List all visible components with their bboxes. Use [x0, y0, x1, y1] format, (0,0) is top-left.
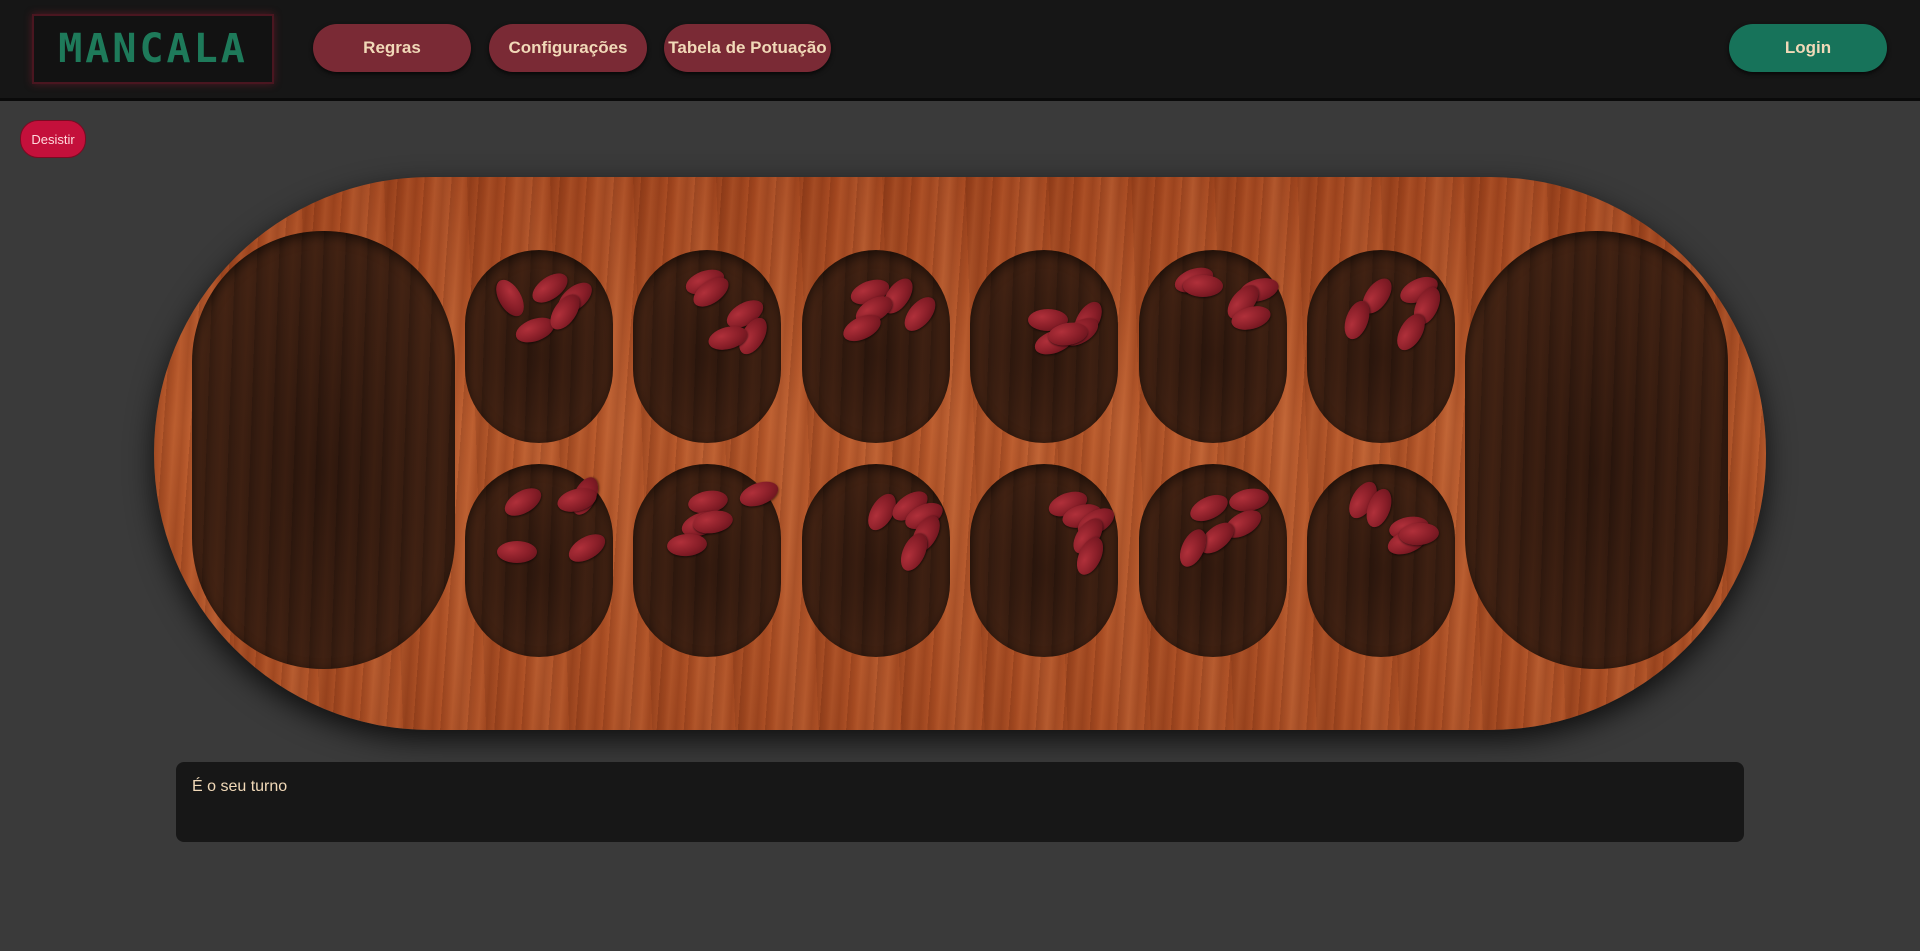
right-store: [1465, 231, 1728, 669]
turn-status-text: É o seu turno: [192, 778, 288, 795]
bottom-pit-4[interactable]: [970, 464, 1119, 657]
give-up-button[interactable]: Desistir: [20, 120, 86, 158]
bottom-pit-5[interactable]: [1139, 464, 1287, 657]
rules-button[interactable]: Regras: [313, 24, 471, 72]
top-pit-1[interactable]: [465, 250, 613, 443]
bottom-pit-1[interactable]: [465, 464, 613, 657]
left-store: [192, 231, 455, 669]
settings-button[interactable]: Configurações: [489, 24, 647, 72]
status-panel: É o seu turno: [176, 762, 1744, 842]
seed: [490, 275, 530, 321]
mancala-board: [154, 177, 1766, 730]
scoreboard-button[interactable]: Tabela de Potuação: [664, 24, 831, 72]
bottom-pit-6[interactable]: [1307, 464, 1455, 657]
seed: [666, 532, 708, 558]
login-button[interactable]: Login: [1729, 24, 1887, 72]
seed: [1186, 489, 1232, 527]
top-navbar: MANCALA Regras Configurações Tabela de P…: [0, 0, 1920, 101]
top-pit-5[interactable]: [1139, 250, 1287, 443]
seed: [736, 476, 782, 512]
top-pit-4[interactable]: [970, 250, 1118, 443]
seed: [497, 541, 537, 563]
top-pit-3[interactable]: [802, 250, 950, 443]
logo-text: MANCALA: [58, 26, 248, 72]
seed: [500, 482, 546, 522]
mancala-logo[interactable]: MANCALA: [32, 14, 274, 84]
top-pit-6[interactable]: [1307, 250, 1455, 443]
seed: [1183, 275, 1223, 297]
top-pit-2[interactable]: [633, 250, 781, 443]
bottom-pit-2[interactable]: [633, 464, 782, 657]
bottom-pit-3[interactable]: [802, 464, 950, 657]
seed: [564, 528, 610, 568]
